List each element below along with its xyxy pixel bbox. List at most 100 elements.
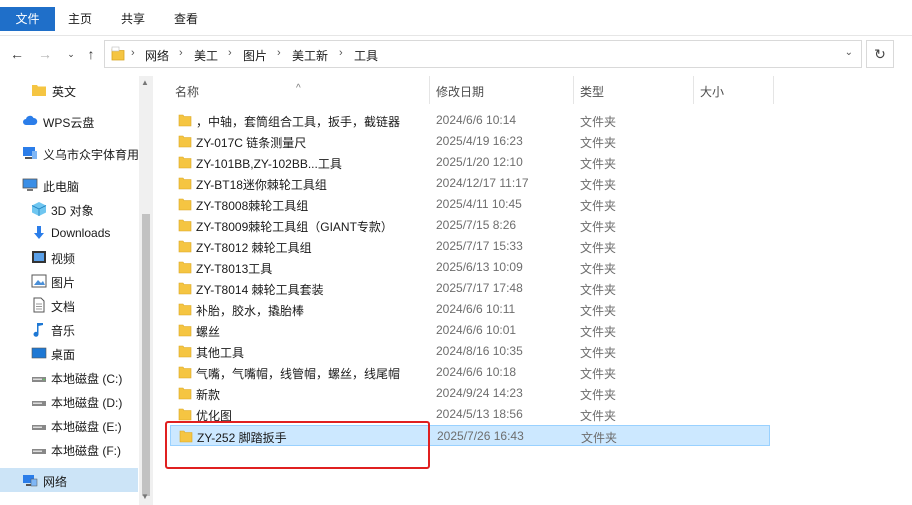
file-row[interactable]: ZY-101BB,ZY-102BB...工具 2025/1/20 12:10 文件夹 [170, 152, 770, 173]
sidebar-item-this-pc[interactable]: 此电脑 [0, 173, 138, 197]
scroll-down-icon[interactable]: ▼ [141, 492, 149, 501]
breadcrumb-meigongxin[interactable]: 美工新 [292, 47, 328, 64]
drive-icon [32, 401, 46, 406]
column-divider[interactable] [773, 76, 774, 104]
file-row[interactable]: ZY-T8013工具 2025/6/13 10:09 文件夹 [170, 257, 770, 278]
column-header-name[interactable]: 名称 [175, 83, 199, 100]
address-dropdown-icon[interactable]: ⌄ [845, 47, 853, 58]
sidebar-item-drive-e[interactable]: 本地磁盘 (E:) [0, 413, 138, 437]
sidebar-item-downloads[interactable]: Downloads [0, 221, 138, 245]
forward-arrow-icon[interactable]: → [37, 46, 53, 62]
folder-icon [178, 198, 192, 211]
column-header-size[interactable]: 大小 [700, 83, 724, 100]
sidebar-item-label: 英文 [52, 85, 77, 99]
file-modified-date: 2025/7/26 16:43 [437, 429, 524, 443]
breadcrumb-pictures[interactable]: 图片 [243, 47, 267, 64]
file-type: 文件夹 [580, 283, 617, 297]
file-row[interactable]: 补胎，胶水，撬胎棒 2024/6/6 10:11 文件夹 [170, 299, 770, 320]
folder-icon [178, 324, 192, 337]
tab-share[interactable]: 共享 [113, 7, 153, 31]
file-row[interactable]: 气嘴，气嘴帽，线管帽，螺丝，线尾帽 2024/6/6 10:18 文件夹 [170, 362, 770, 383]
refresh-icon[interactable]: ↻ [866, 40, 894, 68]
file-modified-date: 2025/1/20 12:10 [436, 155, 523, 169]
file-name[interactable]: ZY-T8009棘轮工具组（GIANT专款） [196, 218, 393, 235]
sidebar-item-3d-objects[interactable]: 3D 对象 [0, 197, 138, 221]
sidebar-item-network-share[interactable]: 义乌市众宇体育用 [0, 141, 138, 165]
folder-icon [178, 156, 192, 169]
tab-file[interactable]: 文件 [0, 7, 55, 31]
sidebar-item-label: 本地磁盘 (F:) [51, 444, 121, 458]
drive-icon [32, 425, 46, 430]
sidebar-item-drive-c[interactable]: 本地磁盘 (C:) [0, 365, 138, 389]
back-arrow-icon[interactable]: ← [9, 46, 25, 62]
sidebar-scrollbar[interactable]: ▲ ▼ [139, 76, 153, 505]
sidebar-item-label: 义乌市众宇体育用 [43, 148, 138, 162]
file-row[interactable]: ZY-T8009棘轮工具组（GIANT专款） 2025/7/15 8:26 文件夹 [170, 215, 770, 236]
file-row[interactable]: 螺丝 2024/6/6 10:01 文件夹 [170, 320, 770, 341]
column-header-row: ^ 名称 修改日期 类型 大小 [153, 72, 774, 108]
column-divider[interactable] [693, 76, 694, 104]
sidebar-item-desktop[interactable]: 桌面 [0, 341, 138, 365]
sidebar-item-documents[interactable]: 文档 [0, 293, 138, 317]
file-name[interactable]: 气嘴，气嘴帽，线管帽，螺丝，线尾帽 [196, 365, 400, 382]
breadcrumb-tools[interactable]: 工具 [354, 47, 378, 64]
file-type: 文件夹 [580, 115, 617, 129]
column-header-type[interactable]: 类型 [580, 83, 604, 100]
file-name[interactable]: 螺丝 [196, 323, 220, 340]
file-type: 文件夹 [580, 304, 617, 318]
file-modified-date: 2024/6/6 10:11 [436, 302, 516, 316]
address-bar[interactable]: › 网络 › 美工 › 图片 › 美工新 › 工具 ⌄ [104, 40, 862, 68]
folder-icon [178, 114, 192, 127]
sidebar-item-drive-d[interactable]: 本地磁盘 (D:) [0, 389, 138, 413]
sidebar-item-label: 图片 [51, 276, 76, 290]
breadcrumb-meigong[interactable]: 美工 [194, 47, 218, 64]
file-name[interactable]: ZY-T8012 棘轮工具组 [196, 239, 312, 256]
file-row[interactable]: ZY-T8014 棘轮工具套装 2025/7/17 17:48 文件夹 [170, 278, 770, 299]
sidebar-item-music[interactable]: 音乐 [0, 317, 138, 341]
sidebar-item-wps-cloud[interactable]: WPS云盘 [0, 109, 138, 133]
sidebar-item-network[interactable]: 网络 [0, 468, 138, 492]
sidebar-item-english[interactable]: 英文 [0, 78, 138, 102]
breadcrumb-separator: › [179, 47, 183, 59]
file-type: 文件夹 [580, 262, 617, 276]
column-divider[interactable] [573, 76, 574, 104]
breadcrumb-separator: › [228, 47, 232, 59]
file-row[interactable]: ZY-017C 链条测量尺 2025/4/19 16:23 文件夹 [170, 131, 770, 152]
file-name[interactable]: 新款 [196, 386, 220, 403]
file-name[interactable]: ZY-101BB,ZY-102BB...工具 [196, 155, 342, 172]
file-modified-date: 2024/6/6 10:18 [436, 365, 517, 379]
file-modified-date: 2025/7/17 17:48 [436, 281, 523, 295]
sidebar-item-pictures[interactable]: 图片 [0, 269, 138, 293]
file-row[interactable]: 新款 2024/9/24 14:23 文件夹 [170, 383, 770, 404]
column-header-modified[interactable]: 修改日期 [436, 83, 484, 100]
scrollbar-thumb[interactable] [142, 214, 150, 496]
file-name[interactable]: ZY-T8014 棘轮工具套装 [196, 281, 324, 298]
file-row[interactable]: 其他工具 2024/8/16 10:35 文件夹 [170, 341, 770, 362]
column-divider[interactable] [429, 76, 430, 104]
file-row[interactable]: ，中轴，套筒组合工具，扳手，截链器 2024/6/6 10:14 文件夹 [170, 110, 770, 131]
document-icon [33, 297, 45, 313]
file-name[interactable]: 其他工具 [196, 344, 244, 361]
up-arrow-icon[interactable]: ↑ [83, 46, 99, 62]
music-icon [33, 323, 43, 337]
file-name[interactable]: ZY-T8008棘轮工具组 [196, 197, 308, 214]
recent-locations-chevron-icon[interactable]: ⌄ [63, 46, 79, 62]
tab-home[interactable]: 主页 [60, 7, 100, 31]
sort-ascending-icon: ^ [296, 83, 301, 94]
folder-location-icon [111, 46, 125, 61]
file-name[interactable]: ZY-BT18迷你棘轮工具组 [196, 176, 327, 193]
file-modified-date: 2024/8/16 10:35 [436, 344, 523, 358]
sidebar-item-drive-f[interactable]: 本地磁盘 (F:) [0, 437, 138, 461]
folder-icon [178, 366, 192, 379]
file-name[interactable]: ，中轴，套筒组合工具，扳手，截链器 [196, 113, 400, 130]
file-row[interactable]: ZY-T8008棘轮工具组 2025/4/11 10:45 文件夹 [170, 194, 770, 215]
sidebar-item-videos[interactable]: 视频 [0, 245, 138, 269]
file-name[interactable]: ZY-T8013工具 [196, 260, 272, 277]
scroll-up-icon[interactable]: ▲ [141, 78, 149, 87]
file-row[interactable]: ZY-BT18迷你棘轮工具组 2024/12/17 11:17 文件夹 [170, 173, 770, 194]
file-name[interactable]: 补胎，胶水，撬胎棒 [196, 302, 304, 319]
tab-view[interactable]: 查看 [166, 7, 206, 31]
file-row[interactable]: ZY-T8012 棘轮工具组 2025/7/17 15:33 文件夹 [170, 236, 770, 257]
file-name[interactable]: ZY-017C 链条测量尺 [196, 134, 306, 151]
breadcrumb-network[interactable]: 网络 [145, 47, 169, 64]
